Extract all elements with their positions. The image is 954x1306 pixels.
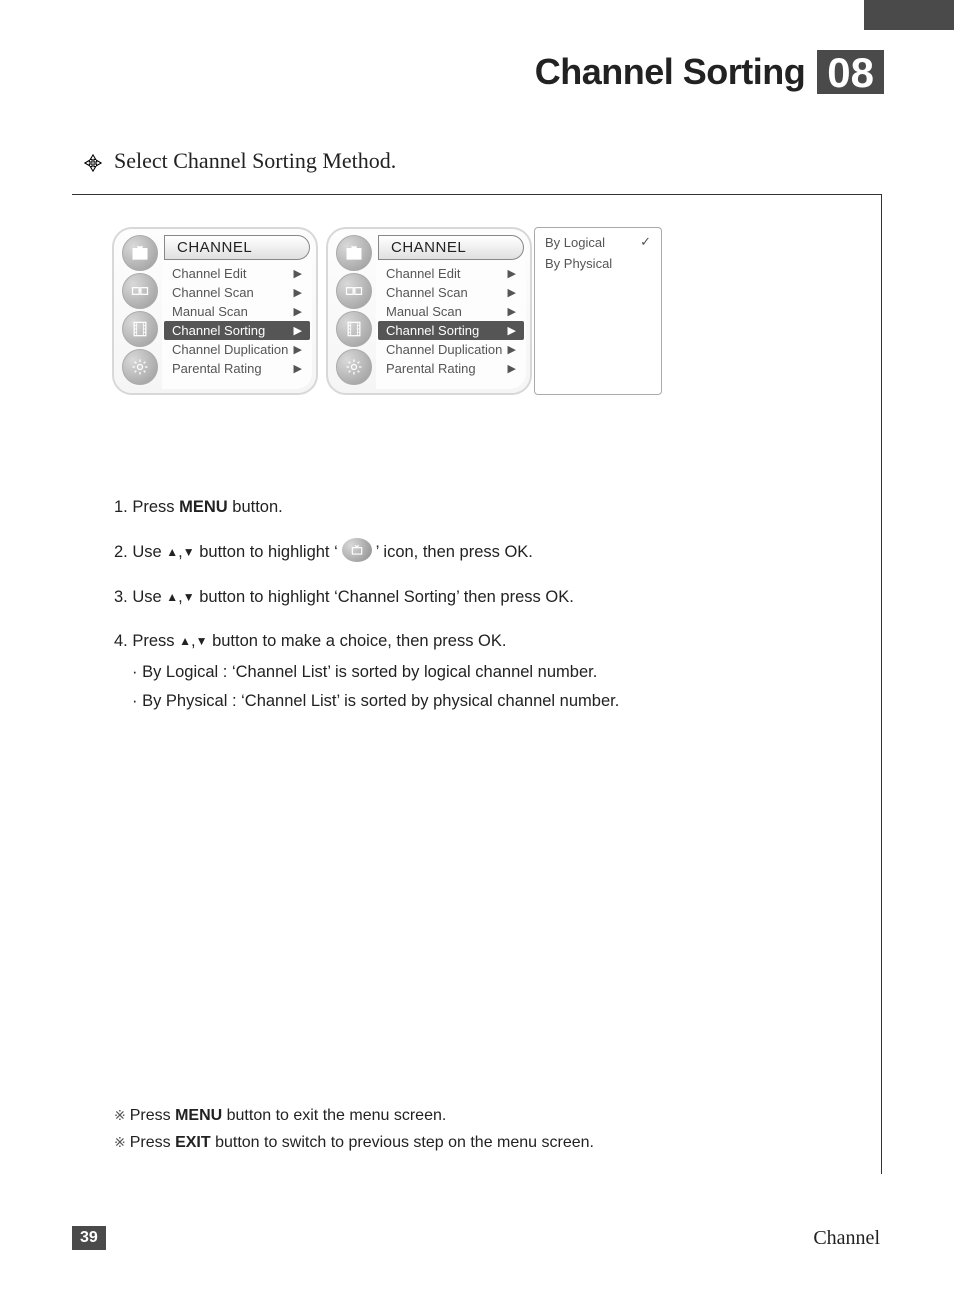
step-4-bullet-physical: · By Physical : ‘Channel List’ is sorted… (132, 689, 834, 714)
check-icon: ✓ (640, 234, 651, 250)
chevron-right-icon: ▶ (508, 286, 516, 299)
direction-icon (84, 154, 102, 172)
menu-item-manual-scan[interactable]: Manual Scan ▶ (162, 302, 312, 321)
menu-item-label: Parental Rating (172, 361, 262, 376)
triangle-up-icon: ▲ (166, 545, 178, 559)
menu-item-label: Channel Sorting (386, 323, 479, 338)
triangle-up-icon: ▲ (166, 590, 178, 604)
chevron-right-icon: ▶ (508, 267, 516, 280)
chevron-right-icon: ▶ (508, 343, 516, 356)
osd-panel-1: CHANNEL Channel Edit ▶ Channel Scan ▶ Manu… (112, 227, 318, 395)
osd-menu-title: CHANNEL (378, 235, 524, 260)
menu-item-channel-edit[interactable]: Channel Edit ▶ (162, 264, 312, 283)
gear-icon (122, 349, 158, 385)
step-4-bullet-logical: · By Logical : ‘Channel List’ is sorted … (132, 660, 834, 685)
osd-menu: CHANNEL Channel Edit ▶ Channel Scan ▶ Manu… (162, 233, 312, 389)
triangle-down-icon: ▼ (183, 545, 195, 559)
menu-item-label: Channel Sorting (172, 323, 265, 338)
step-4: 4. Press ▲,▼ button to make a choice, th… (114, 629, 834, 713)
menu-item-label: Manual Scan (386, 304, 462, 319)
note-exit-menu: ※Press MENU button to exit the menu scre… (114, 1102, 594, 1129)
osd-menu: CHANNEL Channel Edit ▶ Channel Scan ▶ Manu… (376, 233, 526, 389)
devices-icon (122, 273, 158, 309)
menu-item-parental-rating[interactable]: Parental Rating ▶ (376, 359, 526, 378)
menu-item-channel-sorting[interactable]: Channel Sorting ▶ (164, 321, 310, 340)
menu-item-channel-duplication[interactable]: Channel Duplication ▶ (162, 340, 312, 359)
triangle-down-icon: ▼ (183, 590, 195, 604)
instructions: 1. Press MENU button. 2. Use ▲,▼ button … (114, 495, 834, 718)
chevron-right-icon: ▶ (294, 343, 302, 356)
exit-button-label: EXIT (175, 1134, 211, 1151)
submenu-item-by-logical[interactable]: By Logical ✓ (535, 231, 661, 253)
step-1: 1. Press MENU button. (114, 495, 834, 520)
film-icon (122, 311, 158, 347)
note-previous-step: ※Press EXIT button to switch to previous… (114, 1129, 594, 1156)
subtitle: Select Channel Sorting Method. (114, 148, 396, 174)
chevron-right-icon: ▶ (294, 305, 302, 318)
triangle-up-icon: ▲ (179, 634, 191, 648)
chevron-right-icon: ▶ (294, 324, 302, 337)
chevron-right-icon: ▶ (508, 362, 516, 375)
menu-item-label: Channel Duplication (386, 342, 502, 357)
header-tab (864, 0, 954, 30)
step-3: 3. Use ▲,▼ button to highlight ‘Channel … (114, 585, 834, 610)
osd-icon-column (332, 233, 376, 389)
page-title: Channel Sorting (535, 51, 806, 93)
chevron-right-icon: ▶ (508, 324, 516, 337)
menu-item-channel-scan[interactable]: Channel Scan ▶ (162, 283, 312, 302)
submenu-item-label: By Physical (545, 256, 612, 271)
film-icon (336, 311, 372, 347)
osd-icon-column (118, 233, 162, 389)
step-2: 2. Use ▲,▼ button to highlight ‘’ icon, … (114, 540, 834, 565)
chevron-right-icon: ▶ (508, 305, 516, 318)
osd-menu-title: CHANNEL (164, 235, 310, 260)
tv-icon (336, 235, 372, 271)
gear-icon (336, 349, 372, 385)
osd-submenu: By Logical ✓ By Physical (534, 227, 662, 395)
menu-item-channel-scan[interactable]: Channel Scan ▶ (376, 283, 526, 302)
page-number-badge: 08 (817, 50, 884, 94)
menu-item-parental-rating[interactable]: Parental Rating ▶ (162, 359, 312, 378)
chevron-right-icon: ▶ (294, 286, 302, 299)
chevron-right-icon: ▶ (294, 362, 302, 375)
menu-item-label: Channel Scan (172, 285, 254, 300)
reference-mark-icon: ※ (114, 1134, 126, 1150)
devices-icon (336, 273, 372, 309)
menu-item-label: Channel Edit (172, 266, 246, 281)
submenu-item-label: By Logical (545, 235, 605, 250)
menu-item-label: Parental Rating (386, 361, 476, 376)
tv-icon (342, 538, 372, 562)
footer-notes: ※Press MENU button to exit the menu scre… (114, 1102, 594, 1156)
page-number: 39 (72, 1226, 106, 1250)
content-box: CHANNEL Channel Edit ▶ Channel Scan ▶ Manu… (72, 194, 882, 1174)
page-footer: 39 Channel (72, 1226, 880, 1250)
menu-item-label: Channel Duplication (172, 342, 288, 357)
submenu-item-by-physical[interactable]: By Physical (535, 253, 661, 274)
menu-item-channel-sorting[interactable]: Channel Sorting ▶ (378, 321, 524, 340)
menu-item-manual-scan[interactable]: Manual Scan ▶ (376, 302, 526, 321)
osd-panel-2: CHANNEL Channel Edit ▶ Channel Scan ▶ Manu… (326, 227, 532, 395)
menu-item-label: Channel Scan (386, 285, 468, 300)
section-name: Channel (813, 1227, 880, 1250)
chevron-right-icon: ▶ (294, 267, 302, 280)
menu-item-channel-duplication[interactable]: Channel Duplication ▶ (376, 340, 526, 359)
tv-icon (122, 235, 158, 271)
menu-item-channel-edit[interactable]: Channel Edit ▶ (376, 264, 526, 283)
menu-item-label: Channel Edit (386, 266, 460, 281)
triangle-down-icon: ▼ (196, 634, 208, 648)
menu-button-label: MENU (179, 498, 228, 516)
menu-button-label: MENU (175, 1107, 222, 1124)
page-header: Channel Sorting 08 (535, 50, 884, 94)
reference-mark-icon: ※ (114, 1107, 126, 1123)
menu-item-label: Manual Scan (172, 304, 248, 319)
